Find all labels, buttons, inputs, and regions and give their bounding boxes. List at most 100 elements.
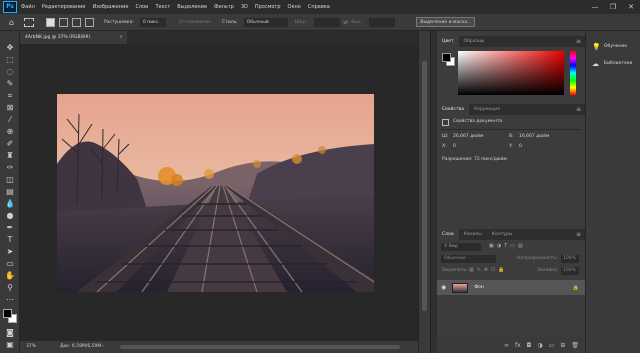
- crop-tool-icon[interactable]: ⌗: [4, 91, 16, 101]
- width-input[interactable]: [314, 17, 341, 27]
- frame-tool-icon[interactable]: ⊠: [4, 103, 16, 113]
- tab-channels[interactable]: Каналы: [459, 229, 487, 240]
- marquee-tool-icon[interactable]: [24, 17, 35, 27]
- quick-select-tool-icon[interactable]: ✎: [4, 79, 16, 89]
- new-group-icon[interactable]: ▭: [549, 342, 555, 349]
- doc-width-value[interactable]: 26,667 дюйм: [453, 134, 483, 139]
- properties-panel-menu-icon[interactable]: ≡: [576, 104, 581, 115]
- horizontal-scrollbar[interactable]: [120, 345, 400, 349]
- new-selection-icon[interactable]: [46, 17, 56, 27]
- tab-layers[interactable]: Слои: [437, 229, 459, 240]
- visibility-eye-icon[interactable]: ◉: [441, 284, 446, 291]
- layers-panel-menu-icon[interactable]: ≡: [576, 229, 581, 240]
- layer-row[interactable]: ◉ Фон 🔒: [437, 280, 585, 295]
- add-selection-icon[interactable]: [59, 17, 69, 27]
- menu-type[interactable]: Текст: [155, 4, 170, 10]
- vertical-scrollbar[interactable]: [418, 31, 430, 353]
- document-tab[interactable]: 4ArbNK.jpg @ 37% (RGB/8#) ×: [20, 31, 127, 44]
- doc-size-info[interactable]: Док: 6,59M/6,59M: [60, 341, 101, 353]
- menu-image[interactable]: Изображение: [92, 4, 128, 10]
- link-layers-icon[interactable]: ∞: [504, 342, 509, 349]
- tab-properties[interactable]: Свойства: [437, 104, 469, 115]
- height-input[interactable]: [369, 17, 396, 27]
- opacity-input[interactable]: 100%: [561, 255, 579, 263]
- menu-select[interactable]: Выделение: [177, 4, 207, 10]
- layer-filter-icons[interactable]: ▣◑T▭▤: [489, 243, 526, 249]
- dodge-tool-icon[interactable]: ●: [4, 211, 16, 221]
- color-field[interactable]: [458, 51, 564, 95]
- width-label: Ш:: [442, 134, 449, 139]
- menu-help[interactable]: Справка: [308, 4, 330, 10]
- rect-marquee-tool-icon[interactable]: ⬚: [4, 55, 16, 65]
- eyedropper-tool-icon[interactable]: ⁄: [4, 115, 16, 125]
- lock-icons[interactable]: ▦✎✥⊡🔒: [469, 267, 508, 273]
- eraser-tool-icon[interactable]: ◫: [4, 175, 16, 185]
- layer-filter-select[interactable]: ⚲ Вид: [441, 243, 481, 251]
- menu-layers[interactable]: Слои: [135, 4, 148, 10]
- hue-slider[interactable]: [570, 51, 576, 95]
- tab-swatches[interactable]: Образцы: [459, 36, 490, 47]
- subtract-selection-icon[interactable]: [72, 17, 82, 27]
- menu-edit[interactable]: Редактирование: [42, 4, 86, 10]
- fg-color-chip[interactable]: [442, 53, 451, 62]
- adjustment-layer-icon[interactable]: ◑: [537, 342, 542, 349]
- path-select-icon[interactable]: ➤: [4, 247, 16, 257]
- delete-layer-icon[interactable]: 🗑: [571, 342, 579, 349]
- tab-adjustments[interactable]: Коррекция: [469, 104, 505, 115]
- blend-mode-select[interactable]: Обычные: [441, 255, 496, 263]
- style-select[interactable]: Обычный: [243, 17, 288, 27]
- document-canvas[interactable]: [57, 94, 374, 292]
- x-value[interactable]: 0: [453, 144, 456, 149]
- more-tools-icon[interactable]: ⋯: [4, 295, 16, 305]
- add-mask-icon[interactable]: ◘: [527, 342, 532, 349]
- zoom-tool-icon[interactable]: ⚲: [4, 283, 16, 293]
- antialias-checkbox[interactable]: Сглаживание: [179, 20, 211, 25]
- tab-paths[interactable]: Контуры: [487, 229, 518, 240]
- menu-filter[interactable]: Фильтр: [214, 4, 234, 10]
- menu-3d[interactable]: 3D: [241, 4, 248, 10]
- type-tool-icon[interactable]: T: [4, 235, 16, 245]
- fill-input[interactable]: 100%: [561, 267, 579, 275]
- new-layer-icon[interactable]: ⊞: [560, 342, 565, 349]
- libraries-panel-button[interactable]: ☁ Библиотеки: [586, 56, 640, 71]
- healing-brush-icon[interactable]: ⊕: [4, 127, 16, 137]
- screen-mode-icon[interactable]: ▣: [4, 340, 16, 350]
- gradient-tool-icon[interactable]: ▤: [4, 187, 16, 197]
- menu-window[interactable]: Окно: [288, 4, 301, 10]
- doc-height-value[interactable]: 16,667 дюйм: [519, 134, 549, 139]
- layer-name[interactable]: Фон: [474, 285, 484, 290]
- foreground-color-swatch[interactable]: [3, 309, 12, 318]
- quick-mask-icon[interactable]: ◙: [4, 328, 16, 338]
- home-icon[interactable]: ⌂: [9, 18, 14, 27]
- menu-file[interactable]: Файл: [21, 4, 35, 10]
- feather-input[interactable]: 0 пикс.: [139, 17, 166, 27]
- panel-collapse-strip[interactable]: [430, 31, 437, 353]
- menu-view[interactable]: Просмотр: [255, 4, 281, 10]
- select-and-mask-button[interactable]: Выделение и маска...: [416, 17, 476, 27]
- right-dock: 💡 Обучение ☁ Библиотеки: [585, 31, 640, 353]
- history-brush-icon[interactable]: ✑: [4, 163, 16, 173]
- blur-tool-icon[interactable]: 💧: [4, 199, 16, 209]
- pen-tool-icon[interactable]: ✒: [4, 223, 16, 233]
- restore-button[interactable]: ❐: [604, 0, 622, 14]
- height-label: Выс.:: [351, 19, 364, 25]
- close-document-icon[interactable]: ×: [119, 31, 123, 44]
- status-menu-icon[interactable]: ›: [102, 341, 104, 353]
- intersect-selection-icon[interactable]: [85, 17, 95, 27]
- layer-style-icon[interactable]: fx: [515, 342, 521, 349]
- swap-icon[interactable]: ⇄: [343, 19, 348, 26]
- scroll-thumb[interactable]: [422, 61, 427, 311]
- color-panel-menu-icon[interactable]: ≡: [576, 36, 581, 47]
- zoom-level[interactable]: 37%: [26, 341, 36, 353]
- y-value[interactable]: 0: [519, 144, 522, 149]
- move-tool-icon[interactable]: ✥: [4, 43, 16, 53]
- shape-tool-icon[interactable]: ▭: [4, 259, 16, 269]
- learn-panel-button[interactable]: 💡 Обучение: [586, 39, 640, 54]
- tab-color[interactable]: Цвет: [437, 36, 459, 47]
- close-window-button[interactable]: ✕: [622, 0, 640, 14]
- brush-tool-icon[interactable]: ✐: [4, 139, 16, 149]
- minimize-button[interactable]: —: [586, 0, 604, 14]
- clone-stamp-icon[interactable]: ♜: [4, 151, 16, 161]
- hand-tool-icon[interactable]: ✋: [4, 271, 16, 281]
- lasso-tool-icon[interactable]: ◌: [4, 67, 16, 77]
